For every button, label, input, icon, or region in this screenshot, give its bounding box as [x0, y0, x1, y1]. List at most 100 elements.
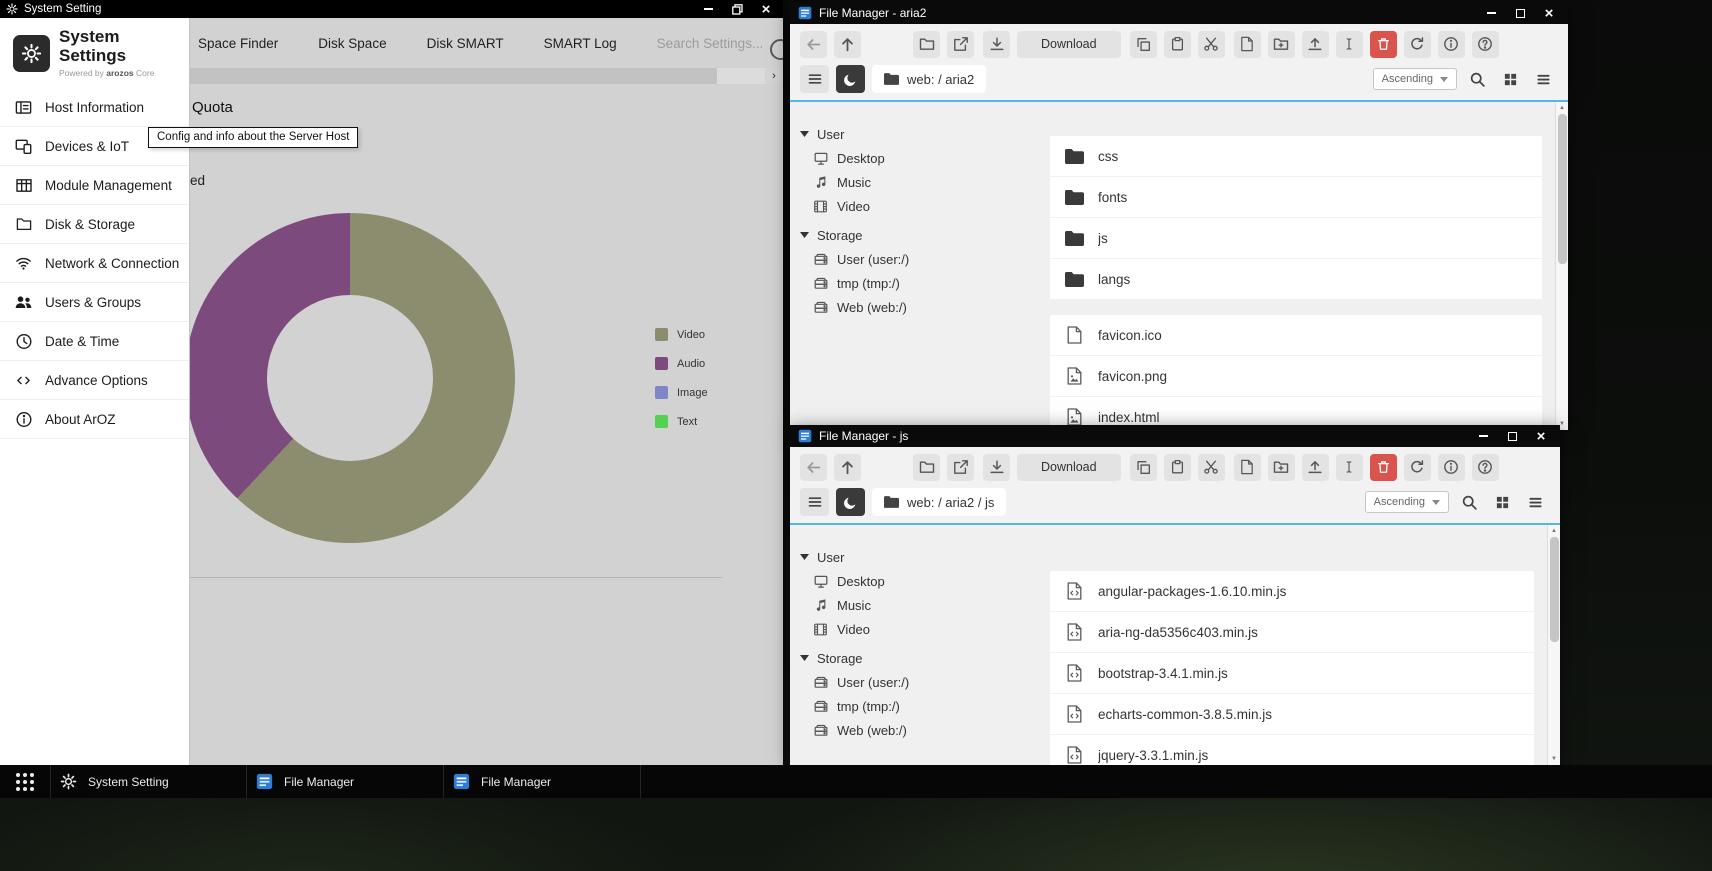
open-folder-button[interactable] — [913, 454, 940, 481]
file-row[interactable]: echarts-common-3.8.5.min.js — [1050, 694, 1534, 734]
minimize-button[interactable] — [697, 1, 719, 17]
close-button[interactable]: × — [755, 1, 777, 17]
menu-button[interactable] — [800, 65, 829, 93]
theme-toggle-button[interactable] — [836, 65, 865, 93]
scroll-down-icon[interactable]: ▼ — [1551, 755, 1557, 763]
properties-button[interactable] — [1438, 31, 1465, 58]
open-in-new-button[interactable] — [947, 454, 974, 481]
scrollbar-thumb[interactable] — [1558, 114, 1567, 264]
titlebar[interactable]: System Setting × — [0, 0, 783, 18]
file-row[interactable]: jquery-3.3.1.min.js — [1050, 735, 1534, 765]
open-folder-button[interactable] — [913, 31, 940, 58]
refresh-button[interactable] — [1404, 31, 1431, 58]
sort-order-dropdown[interactable]: Ascending — [1373, 68, 1457, 90]
titlebar[interactable]: File Manager - js × — [790, 425, 1560, 447]
menu-button[interactable] — [800, 488, 829, 516]
scroll-up-icon[interactable]: ▲ — [1559, 104, 1565, 112]
titlebar[interactable]: File Manager - aria2 × — [790, 2, 1568, 24]
horizontal-scrollbar[interactable]: › — [190, 68, 783, 84]
list-view-button[interactable] — [1522, 489, 1548, 515]
properties-button[interactable] — [1438, 454, 1465, 481]
tab-space-finder[interactable]: Space Finder — [198, 36, 278, 51]
scroll-up-icon[interactable]: ▲ — [1551, 527, 1557, 535]
theme-toggle-button[interactable] — [836, 488, 865, 516]
help-button[interactable] — [1472, 454, 1499, 481]
rename-button[interactable] — [1336, 31, 1363, 58]
download-button[interactable]: Download — [1017, 31, 1121, 58]
tree-item-video[interactable]: Video — [800, 617, 1035, 641]
scrollbar-thumb[interactable] — [1550, 537, 1559, 642]
taskbar-item-file-manager-2[interactable]: File Manager — [444, 765, 641, 798]
file-row[interactable]: js — [1050, 218, 1542, 258]
maximize-button[interactable] — [1501, 428, 1523, 444]
download-icon-button[interactable] — [983, 454, 1010, 481]
sidebar-item-network-connection[interactable]: Network & Connection — [0, 244, 189, 283]
search-button[interactable] — [1456, 489, 1482, 515]
vertical-scrollbar[interactable]: ▲ ▼ — [1555, 102, 1568, 430]
file-row[interactable]: bootstrap-3.4.1.min.js — [1050, 653, 1534, 693]
refresh-button[interactable] — [1404, 454, 1431, 481]
copy-button[interactable] — [1130, 31, 1157, 58]
search-button[interactable] — [1464, 66, 1490, 92]
file-row[interactable]: angular-packages-1.6.10.min.js — [1050, 571, 1534, 611]
breadcrumb[interactable]: web: / aria2 / js — [872, 488, 1006, 516]
grid-view-button[interactable] — [1489, 489, 1515, 515]
new-file-button[interactable] — [1234, 31, 1261, 58]
sidebar-item-disk-storage[interactable]: Disk & Storage — [0, 205, 189, 244]
rename-button[interactable] — [1336, 454, 1363, 481]
back-button[interactable] — [800, 454, 827, 481]
sidebar-item-host-information[interactable]: Host Information — [0, 88, 189, 127]
new-folder-button[interactable] — [1268, 454, 1295, 481]
tree-item-music[interactable]: Music — [800, 170, 1035, 194]
tree-section-user[interactable]: User — [800, 545, 1035, 569]
close-button[interactable]: × — [1530, 428, 1552, 444]
back-button[interactable] — [800, 31, 827, 58]
file-row[interactable]: fonts — [1050, 177, 1542, 217]
cut-button[interactable] — [1198, 454, 1225, 481]
upload-button[interactable] — [1302, 454, 1329, 481]
minimize-button[interactable] — [1480, 5, 1502, 21]
tree-item-user-user[interactable]: User (user:/) — [800, 670, 1035, 694]
restore-button[interactable] — [726, 1, 748, 17]
tree-item-user-user[interactable]: User (user:/) — [800, 247, 1035, 271]
app-launcher-button[interactable] — [0, 773, 50, 791]
vertical-scrollbar[interactable]: ▲ ▼ — [1547, 525, 1560, 765]
help-button[interactable] — [1472, 31, 1499, 58]
delete-button[interactable] — [1370, 454, 1397, 481]
sort-order-dropdown[interactable]: Ascending — [1365, 491, 1449, 513]
close-button[interactable]: × — [1538, 5, 1560, 21]
sidebar-item-module-management[interactable]: Module Management — [0, 166, 189, 205]
tab-disk-space[interactable]: Disk Space — [318, 36, 386, 51]
maximize-button[interactable] — [1509, 5, 1531, 21]
up-button[interactable] — [834, 454, 861, 481]
file-row[interactable]: favicon.png — [1050, 356, 1542, 396]
tree-item-tmp-tmp[interactable]: tmp (tmp:/) — [800, 271, 1035, 295]
download-button[interactable]: Download — [1017, 454, 1121, 481]
up-button[interactable] — [834, 31, 861, 58]
tree-item-web-web[interactable]: Web (web:/) — [800, 718, 1035, 742]
tree-section-user[interactable]: User — [800, 122, 1035, 146]
tree-item-music[interactable]: Music — [800, 593, 1035, 617]
settings-search-input[interactable]: Search Settings... — [657, 36, 764, 51]
tree-item-video[interactable]: Video — [800, 194, 1035, 218]
tree-section-storage[interactable]: Storage — [800, 646, 1035, 670]
tree-item-desktop[interactable]: Desktop — [800, 146, 1035, 170]
grid-view-button[interactable] — [1497, 66, 1523, 92]
paste-button[interactable] — [1164, 454, 1191, 481]
tree-section-storage[interactable]: Storage — [800, 223, 1035, 247]
sidebar-item-advance-options[interactable]: Advance Options — [0, 361, 189, 400]
delete-button[interactable] — [1370, 31, 1397, 58]
tree-item-desktop[interactable]: Desktop — [800, 569, 1035, 593]
file-row[interactable]: aria-ng-da5356c403.min.js — [1050, 612, 1534, 652]
tab-smart-log[interactable]: SMART Log — [544, 36, 617, 51]
list-view-button[interactable] — [1530, 66, 1556, 92]
cut-button[interactable] — [1198, 31, 1225, 58]
minimize-button[interactable] — [1472, 428, 1494, 444]
new-file-button[interactable] — [1234, 454, 1261, 481]
open-in-new-button[interactable] — [947, 31, 974, 58]
breadcrumb[interactable]: web: / aria2 — [872, 65, 986, 93]
tree-item-tmp-tmp[interactable]: tmp (tmp:/) — [800, 694, 1035, 718]
sidebar-item-users-groups[interactable]: Users & Groups — [0, 283, 189, 322]
file-row[interactable]: langs — [1050, 259, 1542, 299]
upload-button[interactable] — [1302, 31, 1329, 58]
